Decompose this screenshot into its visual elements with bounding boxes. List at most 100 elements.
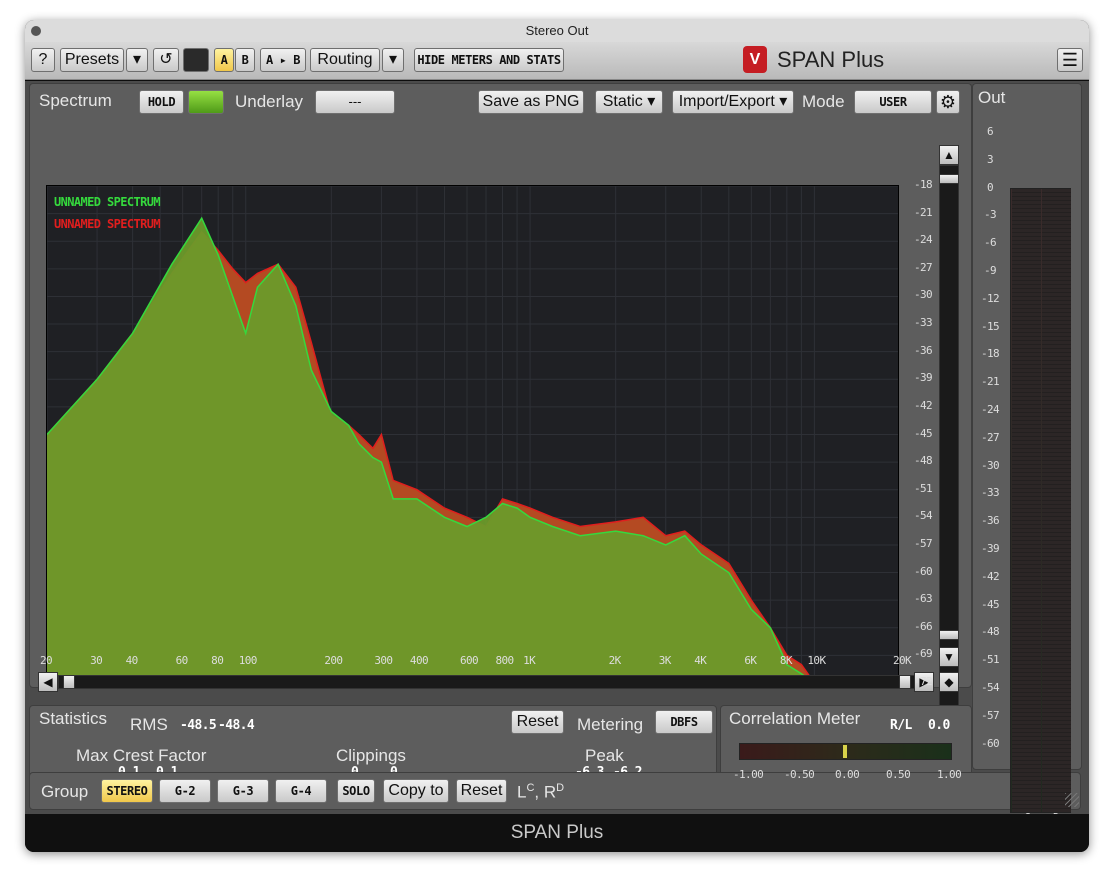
- toolbar: ? Presets ▾ ↺ A B A ▸ B Routing ▾ HIDE M…: [25, 42, 1089, 80]
- out-tick-label: -33: [981, 486, 1000, 500]
- underlay-select[interactable]: ---: [315, 90, 395, 114]
- x-tick-label: 200: [324, 654, 343, 667]
- tab-out[interactable]: Out: [978, 88, 1005, 108]
- group-stereo-button[interactable]: STEREO: [101, 779, 153, 803]
- spectrum-graph: [47, 186, 898, 681]
- y-tick-label: -42: [914, 398, 933, 412]
- correlation-tick-label: 1.00: [937, 768, 962, 781]
- hold-color-swatch[interactable]: [188, 90, 224, 114]
- stats-reset-button[interactable]: Reset: [511, 710, 564, 734]
- y-tick-label: -27: [914, 260, 933, 274]
- brand-name: SPAN Plus: [777, 47, 885, 72]
- x-tick-label: 300: [374, 654, 393, 667]
- state-a-button[interactable]: A: [214, 48, 234, 72]
- y-tick-label: -51: [914, 481, 933, 495]
- group-reset-button[interactable]: Reset: [456, 779, 507, 803]
- correlation-value: 0.0: [928, 718, 950, 733]
- correlation-bar: [739, 743, 952, 760]
- x-tick-label: 400: [409, 654, 429, 667]
- vertical-scrollbar[interactable]: [939, 165, 959, 709]
- out-tick-label: -21: [981, 375, 1000, 389]
- out-tick-label: -24: [981, 403, 1000, 416]
- import-export-dropdown[interactable]: Import/Export ▾: [672, 90, 794, 114]
- hold-button[interactable]: HOLD: [139, 90, 184, 114]
- help-button[interactable]: ?: [31, 48, 55, 72]
- y-tick-label: -36: [914, 343, 933, 357]
- solo-button[interactable]: SOLO: [337, 779, 375, 803]
- vertical-scroll-handle-top[interactable]: [939, 174, 959, 184]
- x-tick-label: 4K: [694, 654, 707, 667]
- group-label: Group: [41, 782, 89, 801]
- metering-select[interactable]: DBFS: [655, 710, 713, 734]
- y-tick-label: -21: [914, 205, 933, 219]
- out-tick-label: -60: [981, 736, 1000, 750]
- x-tick-label: 2K: [608, 654, 622, 667]
- x-tick-label: 80: [211, 654, 224, 667]
- out-tick-label: -15: [981, 319, 1000, 333]
- window-close-icon[interactable]: [31, 26, 41, 36]
- out-tick-label: -36: [981, 514, 1000, 528]
- presets-dropdown-icon[interactable]: ▾: [126, 48, 148, 72]
- crest-factor-label: Max Crest Factor: [76, 746, 207, 765]
- group-g3-button[interactable]: G-3: [217, 779, 269, 803]
- tab-spectrum[interactable]: Spectrum: [39, 91, 112, 111]
- channel-info: LC, RD: [517, 782, 564, 803]
- legend-series-1: UNNAMED SPECTRUM: [54, 195, 161, 209]
- y-tick-label: -63: [914, 592, 933, 606]
- menu-icon[interactable]: ☰: [1057, 48, 1083, 72]
- window-title: Stereo Out: [525, 23, 589, 38]
- horizontal-scroll-handle-right[interactable]: [899, 675, 911, 689]
- out-tick-label: -30: [981, 458, 1000, 472]
- scroll-up-icon[interactable]: ▲: [939, 145, 959, 165]
- vertical-scroll-handle-bottom[interactable]: [939, 630, 959, 640]
- state-b-button[interactable]: B: [235, 48, 255, 72]
- x-tick-label: 800: [495, 654, 515, 667]
- out-tick-label: -45: [981, 597, 1000, 611]
- out-tick-label: -51: [981, 653, 1000, 667]
- y-tick-label: -69: [914, 647, 933, 661]
- y-tick-label: -48: [914, 454, 933, 468]
- hide-meters-button[interactable]: HIDE METERS AND STATS: [414, 48, 564, 72]
- correlation-marker: [842, 745, 847, 758]
- rms-right-value: -48.4: [218, 718, 255, 733]
- y-tick-label: -30: [914, 288, 933, 302]
- presets-button[interactable]: Presets: [60, 48, 124, 72]
- out-tick-label: -18: [981, 347, 1000, 361]
- mode-select[interactable]: USER: [854, 90, 932, 114]
- settings-gear-icon[interactable]: ⚙: [936, 90, 960, 114]
- static-dropdown[interactable]: Static ▾: [595, 90, 663, 114]
- x-tick-label: 20K: [893, 654, 912, 667]
- routing-button[interactable]: Routing: [310, 48, 380, 72]
- out-meter-right: [1042, 189, 1071, 812]
- x-tick-label: 30: [90, 654, 103, 667]
- x-tick-label: 20: [40, 654, 53, 667]
- resize-grip-icon[interactable]: [1065, 793, 1079, 807]
- output-level-meter: [1010, 188, 1071, 813]
- title-bar: Stereo Out: [25, 20, 1089, 42]
- plugin-window: Stereo Out ? Presets ▾ ↺ A B A ▸ B Routi…: [25, 20, 1089, 852]
- scroll-down-icon[interactable]: ▼: [939, 647, 959, 667]
- undo-icon[interactable]: ↺: [153, 48, 179, 72]
- peak-label: Peak: [585, 746, 624, 765]
- y-tick-label: -33: [914, 316, 933, 330]
- rms-left-value: -48.5: [180, 718, 217, 733]
- x-tick-label: 8K: [779, 654, 793, 667]
- scroll-left-icon[interactable]: ◀: [38, 672, 58, 692]
- horizontal-scroll-handle-left[interactable]: [63, 675, 75, 689]
- copy-to-button[interactable]: Copy to: [383, 779, 449, 803]
- underlay-label: Underlay: [235, 92, 304, 111]
- routing-dropdown-icon[interactable]: ▾: [382, 48, 404, 72]
- copy-a-to-b-button[interactable]: A ▸ B: [260, 48, 306, 72]
- group-g2-button[interactable]: G-2: [159, 779, 211, 803]
- horizontal-scrollbar[interactable]: [58, 675, 920, 689]
- out-tick-label: 3: [987, 152, 994, 166]
- out-meter-left: [1012, 189, 1041, 812]
- tab-statistics[interactable]: Statistics: [39, 709, 107, 729]
- spectrum-plot[interactable]: UNNAMED SPECTRUM UNNAMED SPECTRUM: [46, 185, 899, 682]
- correlation-tick-label: -1.00: [733, 768, 764, 781]
- group-g4-button[interactable]: G-4: [275, 779, 327, 803]
- out-tick-label: -39: [981, 542, 1000, 555]
- save-png-button[interactable]: Save as PNG: [478, 90, 584, 114]
- bypass-button[interactable]: [183, 48, 209, 72]
- zoom-reset-icon[interactable]: ◆: [939, 672, 959, 692]
